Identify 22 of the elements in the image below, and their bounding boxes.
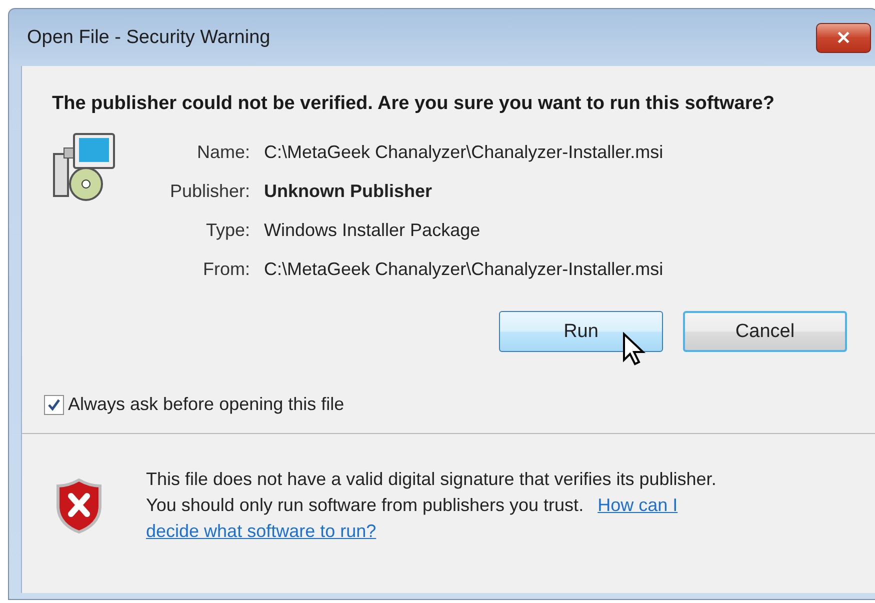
close-button[interactable]: ✕ (816, 22, 871, 52)
checkbox-label: Always ask before opening this file (68, 394, 344, 415)
detail-label: Publisher: (168, 180, 250, 203)
window-title: Open File - Security Warning (26, 26, 270, 48)
installer-package-icon (52, 132, 118, 202)
checkbox[interactable] (44, 394, 64, 414)
help-link[interactable]: How can I (598, 492, 678, 518)
detail-value: Windows Installer Package (264, 219, 482, 242)
detail-value: C:\MetaGeek Chanalyzer\Chanalyzer-Installer.msi (264, 258, 664, 281)
security-message: You should only run software from publishers you trust. (146, 494, 584, 517)
warning-heading: The publisher could not be verified. Are you sure you want to run this software? (52, 92, 776, 116)
shield-error-icon (56, 478, 102, 534)
detail-value: C:\MetaGeek Chanalyzer\Chanalyzer-Installer.msi (264, 141, 664, 164)
detail-value: Unknown Publisher (264, 180, 434, 203)
security-message: This file does not have a valid digital signature that verifies its publisher. (146, 468, 716, 491)
mouse-cursor-icon (622, 332, 648, 366)
detail-label: From: (202, 258, 250, 281)
detail-label: Type: (204, 219, 250, 242)
cancel-button[interactable]: Cancel (683, 311, 847, 352)
run-button[interactable]: Run (499, 311, 663, 352)
help-link[interactable]: decide what software to run? (146, 518, 376, 544)
detail-label: Name: (196, 141, 250, 164)
